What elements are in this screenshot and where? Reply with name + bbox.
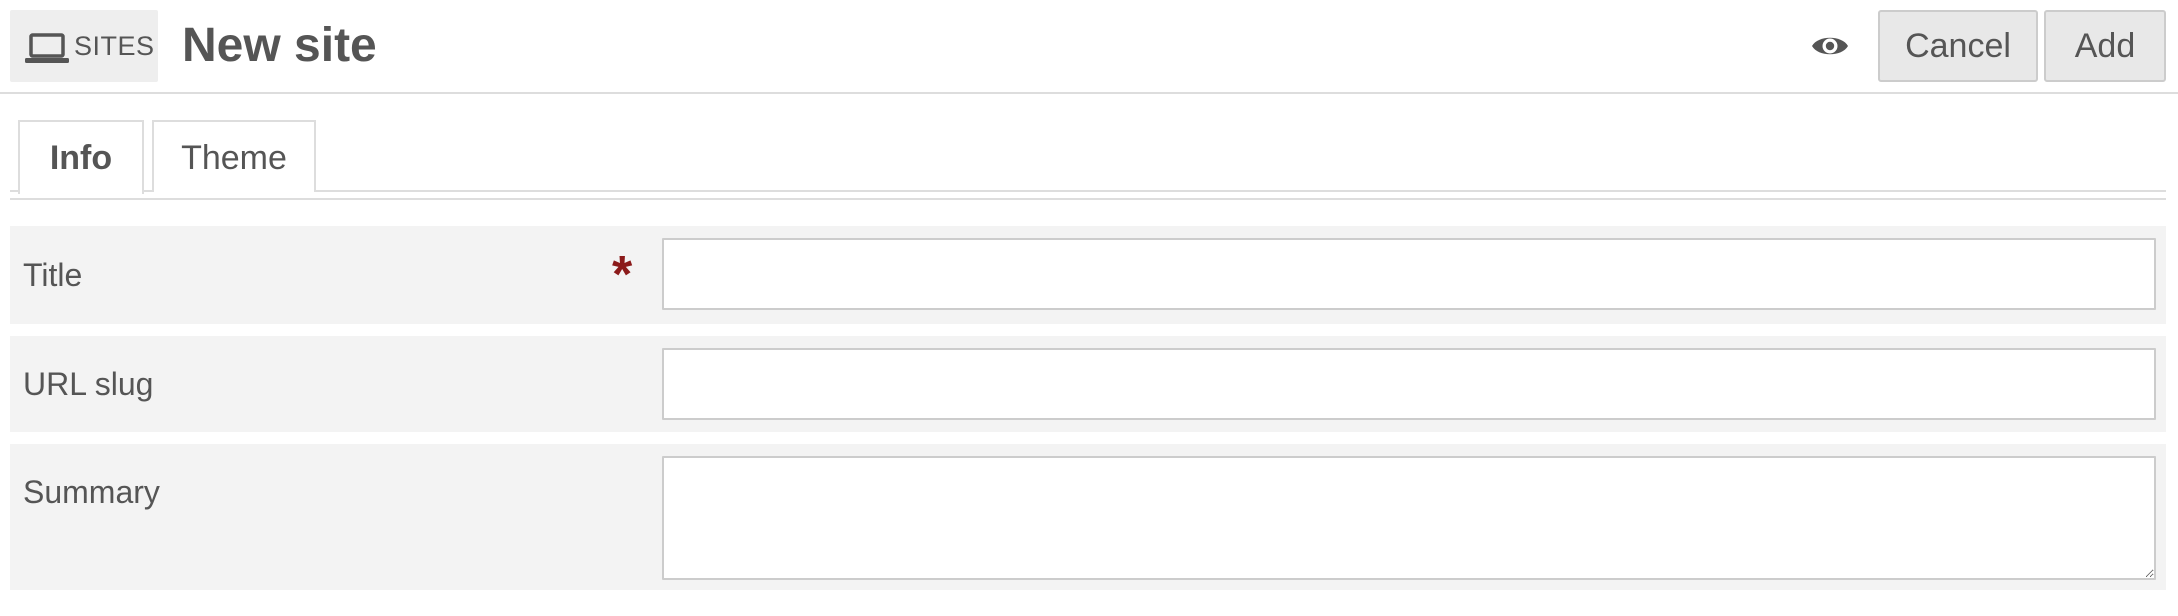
section-label: SITES [74,31,155,61]
url-slug-input[interactable] [662,348,2156,420]
title-row: Title * [10,226,2166,324]
sites-breadcrumb-button[interactable]: SITES [10,10,158,82]
tab-theme[interactable]: Theme [152,120,316,192]
url-slug-label: URL slug [23,366,154,402]
title-input[interactable] [662,238,2156,310]
eye-icon[interactable] [1808,26,1852,66]
tab-bar: Info Theme [10,94,2166,200]
cancel-button[interactable]: Cancel [1878,10,2038,82]
title-label: Title [23,257,83,293]
summary-label: Summary [23,474,160,510]
tab-bar-divider-lower [10,198,2166,200]
add-button[interactable]: Add [2044,10,2166,82]
required-asterisk: * [612,246,633,304]
page-title: New site [182,19,377,72]
tab-info[interactable]: Info [18,120,144,194]
url-slug-row: URL slug [10,336,2166,432]
page-header: SITES New site Cancel Add [0,0,2178,94]
laptop-icon [25,33,69,63]
tab-bar-divider [10,190,2166,192]
summary-textarea[interactable] [662,456,2156,580]
summary-row: Summary [10,444,2166,590]
